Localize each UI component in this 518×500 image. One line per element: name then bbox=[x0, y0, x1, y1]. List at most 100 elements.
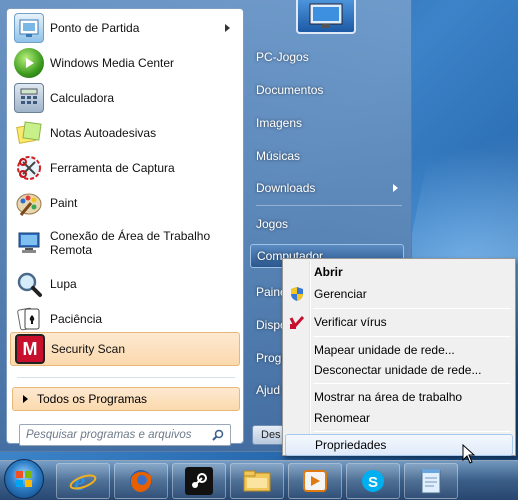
mouse-cursor-icon bbox=[462, 444, 476, 464]
context-item-desconectar-unidade[interactable]: Desconectar unidade de rede... bbox=[285, 359, 513, 381]
submenu-arrow-icon bbox=[225, 24, 230, 32]
context-item-mostrar-area-trabalho[interactable]: Mostrar na área de trabalho bbox=[285, 386, 513, 408]
right-item-label: Progr bbox=[256, 351, 286, 365]
submenu-arrow-icon bbox=[393, 184, 398, 192]
context-separator bbox=[313, 336, 511, 337]
program-label: Lupa bbox=[50, 277, 77, 291]
programs-separator bbox=[17, 377, 235, 378]
programs-pane: Ponto de Partida Windows Media Center Ca… bbox=[6, 8, 244, 446]
program-item-remote-desktop[interactable]: Conexão de Área de Trabalho Remota bbox=[10, 221, 240, 265]
program-item-media-center[interactable]: Windows Media Center bbox=[10, 46, 240, 80]
internet-explorer-icon: e bbox=[69, 467, 97, 495]
right-item-downloads[interactable]: Downloads bbox=[250, 176, 404, 200]
taskbar-steam[interactable] bbox=[172, 463, 226, 499]
program-label: Calculadora bbox=[50, 91, 115, 105]
mcafee-scan-icon bbox=[289, 316, 305, 329]
skype-icon: S bbox=[362, 470, 384, 492]
start-orb-icon[interactable] bbox=[4, 459, 44, 499]
svg-text:S: S bbox=[368, 474, 378, 491]
search-icon bbox=[212, 429, 224, 441]
taskbar-firefox[interactable] bbox=[114, 463, 168, 499]
firefox-icon bbox=[130, 470, 152, 492]
program-item-snipping-tool[interactable]: Ferramenta de Captura bbox=[10, 151, 240, 185]
taskbar-internet-explorer[interactable]: e bbox=[56, 463, 110, 499]
program-label: Paint bbox=[50, 196, 78, 210]
taskbar: e S bbox=[0, 459, 518, 500]
program-item-paint[interactable]: Paint bbox=[10, 186, 240, 220]
solitaire-icon bbox=[14, 304, 44, 334]
computer-monitor-icon bbox=[309, 3, 343, 28]
context-separator bbox=[313, 431, 511, 432]
magnifier-icon bbox=[14, 269, 44, 299]
program-label: Ponto de Partida bbox=[50, 21, 140, 35]
all-programs-button[interactable]: Todos os Programas bbox=[12, 387, 240, 411]
right-item-label: Imagens bbox=[256, 116, 303, 130]
right-item-label: Documentos bbox=[256, 83, 324, 97]
right-pane-separator bbox=[256, 205, 402, 206]
steam-icon bbox=[185, 467, 213, 495]
program-label: Security Scan bbox=[51, 342, 126, 356]
program-item-getting-started[interactable]: Ponto de Partida bbox=[10, 11, 240, 45]
calculator-icon bbox=[14, 83, 44, 113]
context-item-label: Verificar vírus bbox=[314, 315, 387, 329]
program-item-security-scan[interactable]: M Security Scan bbox=[10, 332, 240, 366]
program-label-line2: Remota bbox=[50, 243, 93, 257]
context-item-renomear[interactable]: Renomear bbox=[285, 407, 513, 429]
program-item-solitaire[interactable]: Paciência bbox=[10, 302, 240, 336]
context-item-abrir[interactable]: Abrir bbox=[285, 261, 513, 283]
all-programs-label: Todos os Programas bbox=[37, 392, 148, 406]
user-picture[interactable] bbox=[296, 0, 356, 34]
context-item-label: Mostrar na área de trabalho bbox=[314, 390, 463, 404]
search-placeholder: Pesquisar programas e arquivos bbox=[26, 429, 192, 441]
uac-shield-icon bbox=[291, 287, 303, 301]
program-label: Paciência bbox=[50, 312, 103, 326]
context-item-label: Mapear unidade de rede... bbox=[314, 343, 455, 357]
context-item-propriedades[interactable]: Propriedades bbox=[285, 434, 513, 456]
shutdown-button[interactable]: Des bbox=[252, 425, 284, 445]
right-item-label: PC-Jogos bbox=[256, 50, 309, 64]
context-item-label: Abrir bbox=[314, 265, 343, 279]
program-label: Ferramenta de Captura bbox=[50, 161, 175, 175]
context-item-label: Propriedades bbox=[315, 438, 387, 452]
program-item-magnifier[interactable]: Lupa bbox=[10, 267, 240, 301]
context-item-label: Renomear bbox=[314, 411, 371, 425]
program-item-calculator[interactable]: Calculadora bbox=[10, 81, 240, 115]
file-explorer-icon bbox=[243, 470, 271, 492]
program-item-sticky-notes[interactable]: Notas Autoadesivas bbox=[10, 116, 240, 150]
right-item-label: Jogos bbox=[256, 217, 289, 231]
program-label: Notas Autoadesivas bbox=[50, 126, 157, 140]
right-item-pc-jogos[interactable]: PC-Jogos bbox=[250, 45, 404, 69]
context-separator bbox=[313, 383, 511, 384]
program-label-line1: Conexão de Área de Trabalho bbox=[50, 229, 211, 243]
taskbar-skype[interactable]: S bbox=[346, 463, 400, 499]
all-programs-arrow-icon bbox=[23, 395, 28, 403]
search-input[interactable]: Pesquisar programas e arquivos bbox=[19, 424, 231, 446]
notepad-icon bbox=[421, 469, 441, 494]
snipping-tool-icon bbox=[14, 153, 44, 183]
right-item-label: Músicas bbox=[256, 149, 301, 163]
context-menu: Abrir Gerenciar Verificar vírus Mapear u… bbox=[282, 258, 516, 456]
context-item-verificar-virus[interactable]: Verificar vírus bbox=[285, 311, 513, 333]
taskbar-file-explorer[interactable] bbox=[230, 463, 284, 499]
context-item-mapear-unidade[interactable]: Mapear unidade de rede... bbox=[285, 339, 513, 361]
sticky-notes-icon bbox=[14, 118, 44, 148]
taskbar-notepad[interactable] bbox=[404, 463, 458, 499]
right-item-imagens[interactable]: Imagens bbox=[250, 111, 404, 135]
right-item-musicas[interactable]: Músicas bbox=[250, 144, 404, 168]
program-label: Conexão de Área de Trabalho Remota bbox=[50, 229, 210, 257]
context-separator bbox=[313, 308, 511, 309]
shutdown-label: Des bbox=[261, 429, 281, 441]
right-item-label: Downloads bbox=[256, 181, 316, 195]
paint-palette-icon bbox=[14, 188, 44, 218]
context-item-gerenciar[interactable]: Gerenciar bbox=[285, 283, 513, 305]
taskbar-media-player[interactable] bbox=[288, 463, 342, 499]
program-label: Windows Media Center bbox=[50, 56, 175, 70]
right-item-label: Ajud bbox=[256, 383, 281, 397]
context-item-label: Desconectar unidade de rede... bbox=[314, 363, 482, 377]
right-item-jogos[interactable]: Jogos bbox=[250, 212, 404, 236]
context-item-label: Gerenciar bbox=[314, 287, 367, 301]
right-item-documentos[interactable]: Documentos bbox=[250, 78, 404, 102]
mcafee-security-scan-icon: M bbox=[15, 334, 45, 364]
remote-desktop-icon bbox=[14, 228, 44, 258]
media-player-icon bbox=[303, 470, 327, 492]
